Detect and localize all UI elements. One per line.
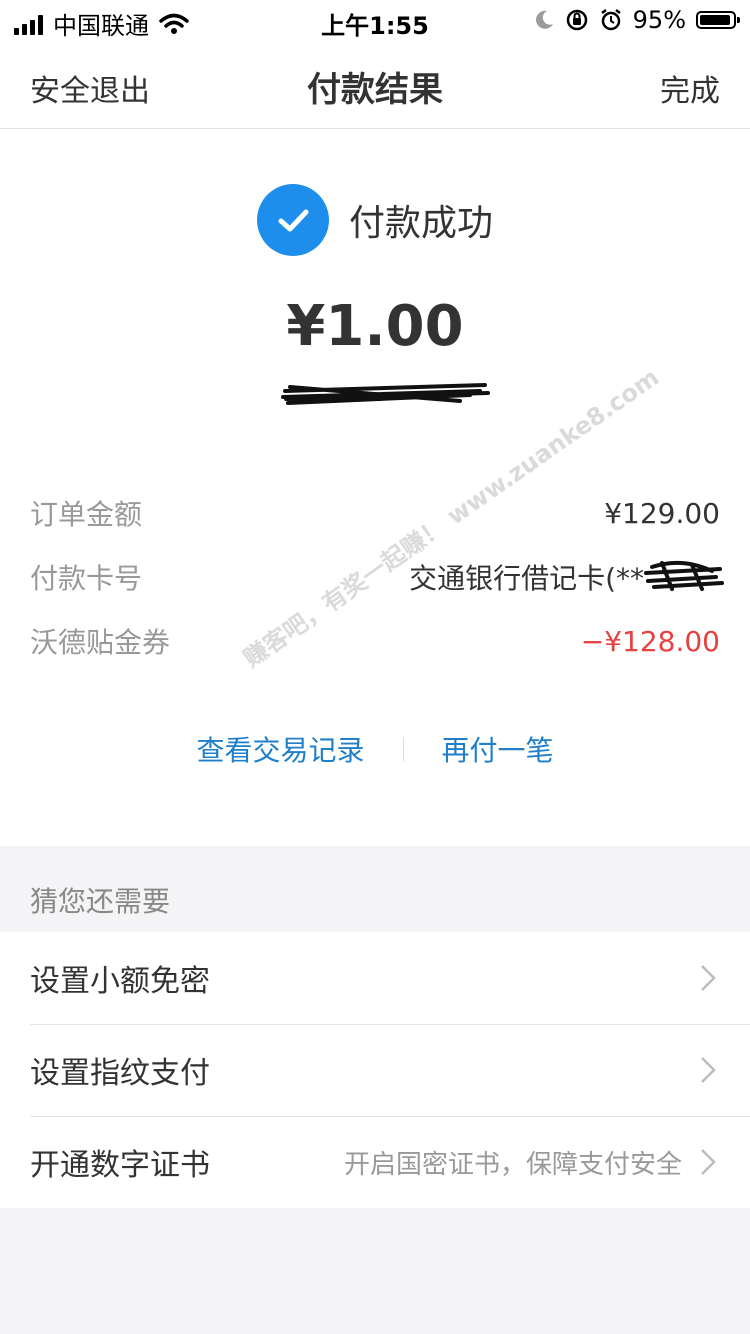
moon-icon bbox=[535, 10, 553, 29]
suggestion-label: 设置小额免密 bbox=[30, 964, 210, 999]
battery-icon bbox=[696, 11, 740, 29]
battery-percent: 95% bbox=[632, 6, 686, 34]
suggestion-label: 开通数字证书 bbox=[30, 1148, 210, 1183]
detail-row-card-number: 付款卡号 交通银行借记卡(** bbox=[30, 545, 724, 609]
redaction-scribble bbox=[281, 383, 490, 405]
card-number-text: 交通银行借记卡(** bbox=[409, 562, 644, 595]
detail-rows: 订单金额 ¥129.00 付款卡号 交通银行借记卡(** 沃德贴金券 −¥128… bbox=[30, 481, 724, 673]
suggestion-fingerprint-payment[interactable]: 设置指纹支付 bbox=[0, 1024, 750, 1116]
detail-row-order-amount: 订单金额 ¥129.00 bbox=[30, 481, 720, 545]
status-right: 95% bbox=[533, 6, 740, 34]
page-title: 付款结果 bbox=[307, 70, 443, 110]
suggestion-small-amount-no-password[interactable]: 设置小额免密 bbox=[0, 932, 750, 1024]
link-divider bbox=[402, 737, 404, 761]
detail-value-discount: −¥128.00 bbox=[580, 624, 720, 658]
suggestion-description: 开启国密证书，保障支付安全 bbox=[343, 1149, 682, 1180]
detail-row-coupon: 沃德贴金券 −¥128.00 bbox=[30, 609, 720, 673]
view-transaction-records-link[interactable]: 查看交易记录 bbox=[196, 729, 364, 769]
nav-bar: 安全退出 付款结果 完成 bbox=[0, 40, 750, 129]
suggestions-header: 猜您还需要 bbox=[30, 885, 171, 918]
detail-label: 付款卡号 bbox=[30, 562, 143, 595]
card-redaction-scribble bbox=[644, 560, 724, 591]
orientation-lock-icon bbox=[566, 9, 587, 31]
pay-again-link[interactable]: 再付一笔 bbox=[442, 729, 554, 769]
chevron-right-icon bbox=[701, 965, 716, 991]
suggestions-list: 设置小额免密 设置指纹支付 开通数字证书 开启国密证书，保障支付安全 bbox=[0, 932, 750, 1208]
chevron-right-icon bbox=[701, 1057, 716, 1083]
suggestion-digital-certificate[interactable]: 开通数字证书 开启国密证书，保障支付安全 bbox=[0, 1116, 750, 1208]
detail-label: 订单金额 bbox=[30, 498, 143, 531]
detail-value: ¥129.00 bbox=[604, 496, 720, 530]
battery-fill bbox=[700, 15, 731, 25]
suggestion-label: 设置指纹支付 bbox=[30, 1056, 210, 1091]
chevron-right-icon bbox=[701, 1149, 716, 1175]
payment-status-text: 付款成功 bbox=[348, 203, 493, 244]
detail-value-card: 交通银行借记卡(** bbox=[409, 557, 724, 597]
status-bar: 中国联通 上午1:55 95% bbox=[0, 0, 750, 40]
success-check-icon bbox=[256, 184, 329, 256]
done-button[interactable]: 完成 bbox=[660, 66, 720, 110]
result-card: 付款成功 ¥1.00 订单金额 ¥129.00 付款卡号 交通银行借记卡(** … bbox=[0, 129, 750, 846]
detail-label: 沃德贴金券 bbox=[30, 626, 171, 659]
success-row: 付款成功 bbox=[0, 184, 750, 256]
action-links: 查看交易记录 再付一笔 bbox=[0, 729, 750, 769]
payment-amount: ¥1.00 bbox=[286, 294, 464, 359]
alarm-icon bbox=[600, 9, 621, 31]
